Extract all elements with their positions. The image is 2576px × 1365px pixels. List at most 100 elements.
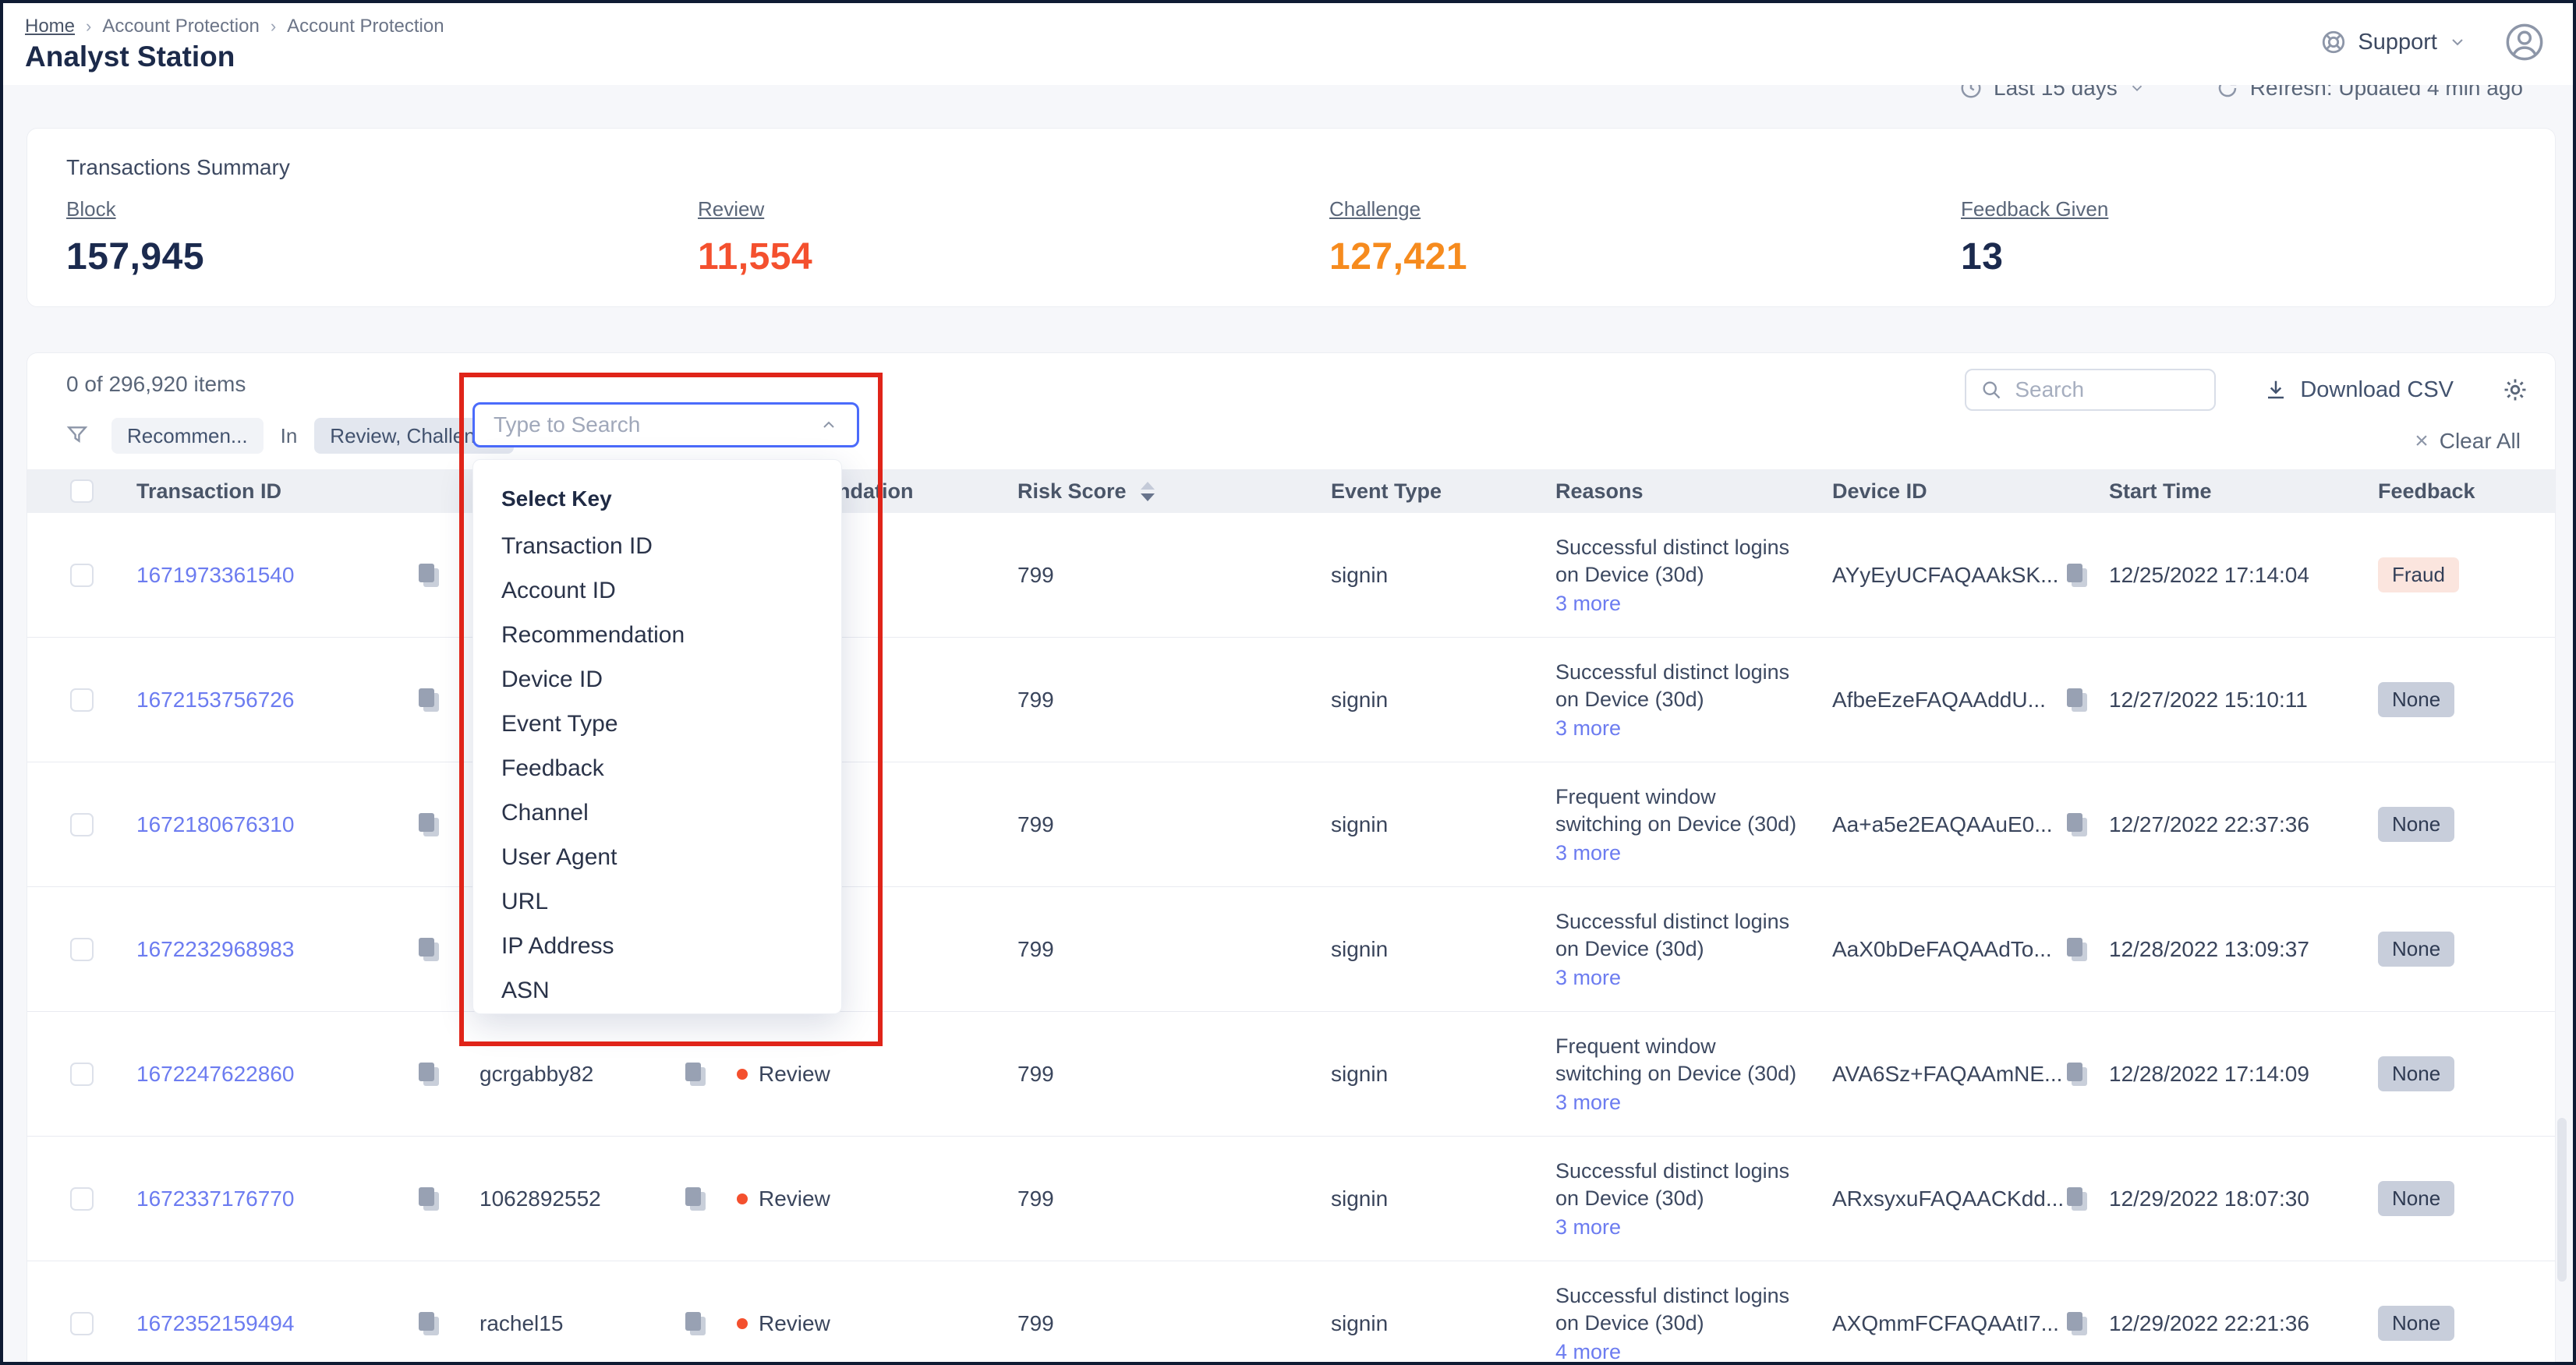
review-status-dot (737, 1318, 748, 1329)
transaction-id-link[interactable]: 1672352159494 (136, 1311, 294, 1336)
dropdown-option[interactable]: IP Address (473, 924, 841, 968)
dropdown-option[interactable]: Feedback (473, 746, 841, 790)
account-id: 1062892552 (479, 1186, 601, 1211)
feedback-badge: None (2378, 1056, 2454, 1091)
risk-score-value: 799 (1017, 937, 1054, 962)
more-reasons-link[interactable]: 3 more (1555, 841, 1832, 865)
copy-icon[interactable] (685, 1063, 706, 1086)
reason-line: Successful distinct logins (1555, 1282, 1832, 1310)
feedback-badge: None (2378, 807, 2454, 842)
copy-icon[interactable] (419, 938, 439, 961)
transaction-id-link[interactable]: 1672232968983 (136, 937, 294, 962)
dropdown-option[interactable]: Device ID (473, 657, 841, 702)
vertical-scrollbar[interactable] (2557, 1118, 2567, 1282)
dropdown-option[interactable]: ASN (473, 968, 841, 1013)
table-body: 1671973361540 799 signin Successful dist… (27, 513, 2555, 1365)
column-device-id[interactable]: Device ID (1832, 479, 2109, 504)
gear-icon (2502, 377, 2528, 403)
copy-icon[interactable] (419, 564, 439, 587)
copy-icon[interactable] (419, 813, 439, 836)
dropdown-option[interactable]: URL (473, 879, 841, 924)
column-feedback[interactable]: Feedback (2378, 479, 2555, 504)
copy-icon[interactable] (419, 1187, 439, 1211)
transaction-id-link[interactable]: 1672153756726 (136, 688, 294, 713)
row-checkbox[interactable] (70, 813, 94, 836)
column-reasons[interactable]: Reasons (1555, 479, 1832, 504)
column-start-time[interactable]: Start Time (2109, 479, 2378, 504)
feedback-badge: None (2378, 682, 2454, 717)
row-checkbox[interactable] (70, 938, 94, 961)
table-row: 1672180676310 799 signin Frequent window… (27, 762, 2555, 887)
breadcrumb-item[interactable]: Account Protection (102, 16, 259, 37)
column-event-type[interactable]: Event Type (1288, 479, 1555, 504)
dropdown-option[interactable]: Transaction ID (473, 524, 841, 568)
more-reasons-link[interactable]: 3 more (1555, 716, 1832, 741)
dropdown-option[interactable]: Account ID (473, 568, 841, 613)
dropdown-option[interactable]: Channel (473, 790, 841, 835)
table-settings-button[interactable] (2502, 377, 2528, 403)
transaction-id-link[interactable]: 1671973361540 (136, 563, 294, 588)
column-risk-score[interactable]: Risk Score (971, 479, 1288, 504)
copy-icon[interactable] (2067, 1312, 2087, 1335)
copy-icon[interactable] (2067, 1063, 2087, 1086)
column-transaction-id[interactable]: Transaction ID (136, 479, 479, 504)
row-checkbox[interactable] (70, 688, 94, 712)
clear-all-button[interactable]: × Clear All (2415, 428, 2521, 454)
copy-icon[interactable] (419, 1063, 439, 1086)
reason-line: switching on Device (30d) (1555, 811, 1832, 838)
search-input[interactable] (2013, 377, 2192, 403)
more-reasons-link[interactable]: 3 more (1555, 1215, 1832, 1239)
copy-icon[interactable] (685, 1187, 706, 1211)
dropdown-option[interactable]: Recommendation (473, 613, 841, 657)
user-avatar-icon[interactable] (2504, 22, 2545, 62)
breadcrumb-home[interactable]: Home (25, 16, 75, 37)
clear-all-label: Clear All (2440, 429, 2521, 454)
filter-chip-key[interactable]: Recommen... (111, 418, 264, 454)
event-type-value: signin (1331, 1311, 1388, 1335)
copy-icon[interactable] (2067, 938, 2087, 961)
filter-key-select[interactable]: Type to Search (472, 402, 859, 447)
more-reasons-link[interactable]: 3 more (1555, 592, 1832, 616)
more-reasons-link[interactable]: 3 more (1555, 966, 1832, 990)
event-type-value: signin (1331, 1186, 1388, 1211)
row-checkbox[interactable] (70, 564, 94, 587)
reason-line: on Device (30d) (1555, 561, 1832, 589)
account-id: gcrgabby82 (479, 1062, 593, 1087)
start-time-value: 12/27/2022 15:10:11 (2109, 688, 2308, 712)
reason-line: Successful distinct logins (1555, 908, 1832, 935)
metric-block-label[interactable]: Block (66, 197, 116, 221)
download-csv-button[interactable]: Download CSV (2264, 377, 2454, 403)
copy-icon[interactable] (2067, 813, 2087, 836)
more-reasons-link[interactable]: 4 more (1555, 1340, 1832, 1364)
metric-feedback-given-value: 13 (1961, 235, 2576, 278)
metric-challenge-label[interactable]: Challenge (1329, 197, 1421, 221)
copy-icon[interactable] (2067, 688, 2087, 712)
sort-icon[interactable] (1141, 482, 1155, 501)
start-time-value: 12/25/2022 17:14:04 (2109, 563, 2309, 587)
reason-line: switching on Device (30d) (1555, 1060, 1832, 1087)
dropdown-option[interactable]: Event Type (473, 702, 841, 746)
metric-feedback-given-label[interactable]: Feedback Given (1961, 197, 2108, 221)
select-all-checkbox[interactable] (70, 479, 94, 503)
table-row: 1672153756726 799 signin Successful dist… (27, 638, 2555, 762)
copy-icon[interactable] (2067, 1187, 2087, 1211)
copy-icon[interactable] (2067, 564, 2087, 587)
support-menu[interactable]: Support (2320, 29, 2467, 55)
copy-icon[interactable] (685, 1312, 706, 1335)
table-search[interactable] (1965, 369, 2216, 411)
dropdown-option[interactable]: User Agent (473, 835, 841, 879)
row-checkbox[interactable] (70, 1187, 94, 1211)
transaction-id-link[interactable]: 1672247622860 (136, 1062, 294, 1087)
row-checkbox[interactable] (70, 1063, 94, 1086)
table-row: 1672232968983 799 signin Successful dist… (27, 887, 2555, 1012)
copy-icon[interactable] (419, 688, 439, 712)
row-checkbox[interactable] (70, 1312, 94, 1335)
metric-review-label[interactable]: Review (698, 197, 764, 221)
more-reasons-link[interactable]: 3 more (1555, 1091, 1832, 1115)
search-icon (1980, 379, 2002, 401)
metric-review-value: 11,554 (698, 235, 1329, 278)
transaction-id-link[interactable]: 1672337176770 (136, 1186, 294, 1211)
copy-icon[interactable] (419, 1312, 439, 1335)
table-row: 1671973361540 799 signin Successful dist… (27, 513, 2555, 638)
transaction-id-link[interactable]: 1672180676310 (136, 812, 294, 837)
